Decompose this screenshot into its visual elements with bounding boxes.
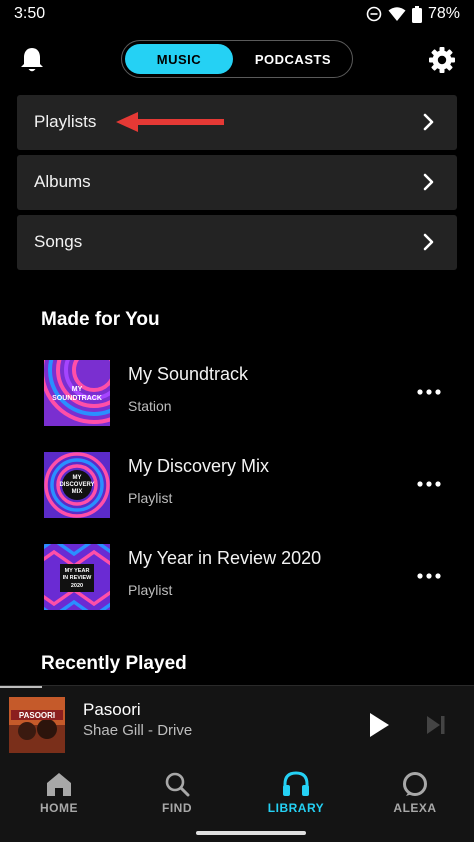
battery-icon [411, 5, 422, 23]
headphones-icon [283, 771, 309, 796]
tab-podcasts[interactable]: PODCASTS [236, 44, 350, 74]
play-icon[interactable] [368, 712, 390, 738]
mini-player[interactable]: PASOORI Pasoori Shae Gill - Drive [0, 685, 474, 765]
battery-percent: 78% [427, 5, 460, 22]
status-icons: 78% [366, 5, 460, 23]
nav-label: LIBRARY [267, 801, 325, 815]
annotation-arrow-icon [116, 112, 224, 132]
album-art: MY DISCOVERY MIX [44, 452, 110, 518]
library-row-songs[interactable]: Songs [17, 215, 457, 270]
nav-library[interactable]: LIBRARY [237, 771, 355, 831]
music-podcasts-toggle: MUSIC PODCASTS [121, 40, 353, 78]
nav-find[interactable]: FIND [118, 771, 236, 831]
library-row-label: Playlists [34, 112, 97, 131]
library-row-label: Albums [34, 172, 91, 191]
nav-label: HOME [40, 801, 78, 815]
section-title-made-for-you: Made for You [41, 309, 160, 330]
more-options-icon[interactable] [416, 474, 442, 494]
list-item-my-year-in-review[interactable]: MY YEAR IN REVIEW 2020 My Year in Review… [44, 544, 464, 610]
svg-text:MIX: MIX [72, 489, 83, 495]
top-bar: MUSIC PODCASTS [0, 40, 474, 80]
playback-progress [0, 686, 42, 688]
library-row-albums[interactable]: Albums [17, 155, 457, 210]
chevron-right-icon [423, 113, 434, 131]
library-row-playlists[interactable]: Playlists [17, 95, 457, 150]
now-playing-artist: Shae Gill - Drive [83, 722, 193, 739]
nav-home[interactable]: HOME [0, 771, 118, 831]
search-icon [165, 772, 190, 797]
list-item-my-soundtrack[interactable]: MY SOUNDTRACK My Soundtrack Station [44, 360, 464, 426]
gear-icon[interactable] [428, 46, 456, 74]
wifi-icon [388, 7, 406, 21]
more-options-icon[interactable] [416, 566, 442, 586]
now-playing-art: PASOORI [9, 697, 65, 753]
svg-text:SOUNDTRACK: SOUNDTRACK [52, 395, 102, 402]
item-subtitle: Playlist [128, 490, 173, 506]
item-title: My Year in Review 2020 [128, 548, 322, 568]
svg-text:MY: MY [73, 475, 82, 481]
svg-text:MY YEAR: MY YEAR [65, 568, 90, 574]
chevron-right-icon [423, 173, 434, 191]
skip-next-icon[interactable] [426, 715, 446, 735]
alexa-icon [403, 772, 427, 796]
svg-text:PASOORI: PASOORI [19, 711, 55, 720]
nav-alexa[interactable]: ALEXA [356, 771, 474, 831]
section-title-recently-played: Recently Played [41, 653, 187, 674]
album-art: MY SOUNDTRACK [44, 360, 110, 426]
item-subtitle: Playlist [128, 582, 173, 598]
nav-label: FIND [162, 801, 192, 815]
item-title: My Soundtrack [128, 364, 249, 384]
svg-text:DISCOVERY: DISCOVERY [59, 482, 94, 488]
home-icon [47, 773, 71, 796]
chevron-right-icon [423, 233, 434, 251]
library-row-label: Songs [34, 232, 83, 251]
status-time: 3:50 [14, 5, 46, 22]
svg-text:2020: 2020 [71, 583, 83, 589]
status-bar: 3:50 78% [0, 0, 474, 30]
home-indicator [196, 831, 306, 835]
item-title: My Discovery Mix [128, 456, 270, 476]
more-options-icon[interactable] [416, 382, 442, 402]
album-art: MY YEAR IN REVIEW 2020 [44, 544, 110, 610]
list-item-my-discovery-mix[interactable]: MY DISCOVERY MIX My Discovery Mix Playli… [44, 452, 464, 518]
item-subtitle: Station [128, 398, 172, 414]
nav-label: ALEXA [393, 801, 437, 815]
svg-text:MY: MY [72, 386, 83, 393]
now-playing-title: Pasoori [83, 700, 141, 719]
svg-text:IN REVIEW: IN REVIEW [63, 575, 93, 581]
tab-music[interactable]: MUSIC [125, 44, 233, 74]
bell-icon[interactable] [19, 46, 45, 74]
do-not-disturb-icon [366, 6, 382, 22]
